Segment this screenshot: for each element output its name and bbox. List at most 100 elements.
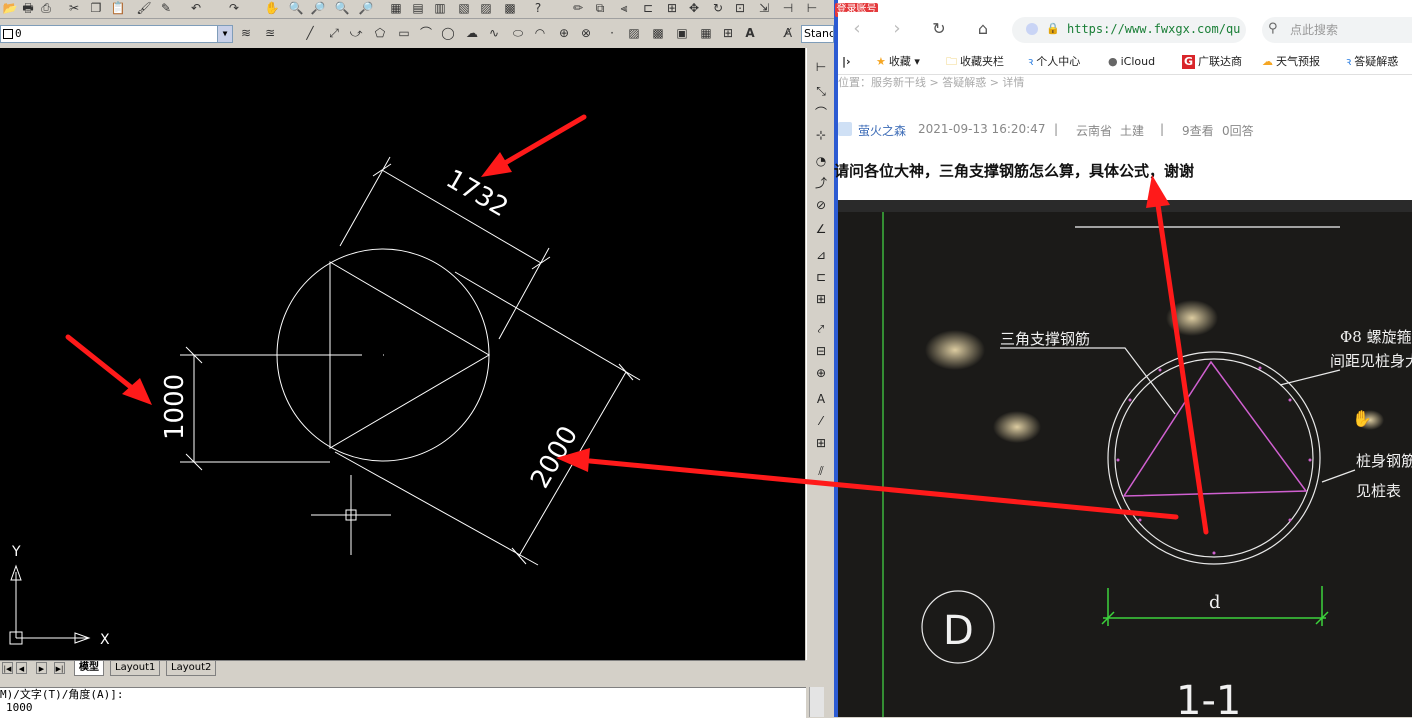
bookmark-qa[interactable]: ꝛ 答疑解惑 bbox=[1346, 55, 1398, 69]
quick-dim-icon[interactable]: ⊿ bbox=[812, 246, 830, 264]
plot-icon[interactable]: 🖶 bbox=[20, 0, 36, 16]
zoom-realtime-icon[interactable]: 🔍 bbox=[288, 0, 304, 16]
revcloud-icon[interactable]: ☁ bbox=[464, 25, 480, 41]
command-scrollbar[interactable] bbox=[809, 687, 824, 717]
blockeditor-icon[interactable]: ✎ bbox=[158, 0, 174, 16]
trim-icon[interactable]: ⊣ bbox=[780, 0, 796, 16]
rectangle-icon[interactable]: ▭ bbox=[396, 25, 412, 41]
dimension-text-1732[interactable]: 1732 bbox=[441, 164, 513, 223]
command-input[interactable]: 1000 bbox=[0, 701, 806, 714]
circle-icon[interactable]: ◯ bbox=[440, 25, 456, 41]
designcenter-icon[interactable]: ▤ bbox=[410, 0, 426, 16]
construction-line-icon[interactable]: ⤢ bbox=[326, 25, 342, 41]
command-line[interactable]: M)/文字(T)/角度(A)]: 1000 bbox=[0, 687, 806, 718]
spline-icon[interactable]: ∿ bbox=[486, 25, 502, 41]
back-icon[interactable]: ‹ bbox=[846, 18, 868, 40]
text-style-icon[interactable]: A̸ bbox=[780, 25, 796, 41]
site-info-icon[interactable] bbox=[1026, 23, 1038, 35]
mirror-icon[interactable]: ⫷ bbox=[616, 0, 632, 16]
calculator-icon[interactable]: ▩ bbox=[502, 0, 518, 16]
properties-icon[interactable]: ▦ bbox=[388, 0, 404, 16]
jogged-icon[interactable]: ⤴ bbox=[812, 174, 830, 192]
dimension-text-2000[interactable]: 2000 bbox=[525, 421, 584, 493]
chevron-down-icon[interactable]: ▼ bbox=[217, 26, 232, 42]
scale-icon[interactable]: ⊡ bbox=[732, 0, 748, 16]
arc-length-icon[interactable]: ⌒ bbox=[812, 104, 830, 122]
polyline-icon[interactable]: ⤻ bbox=[348, 25, 364, 41]
leader-icon[interactable]: ⤤ bbox=[812, 320, 830, 338]
diameter-icon[interactable]: ⊘ bbox=[812, 196, 830, 214]
toolpalettes-icon[interactable]: ▥ bbox=[432, 0, 448, 16]
center-mark-icon[interactable]: ⊕ bbox=[812, 364, 830, 382]
matchprop-icon[interactable]: 🖌 bbox=[136, 0, 152, 16]
publish-icon[interactable]: ⎙ bbox=[38, 0, 54, 16]
bookmark-favorites[interactable]: ★ 收藏 ▾ bbox=[876, 55, 920, 69]
sidebar-toggle-icon[interactable]: |› bbox=[842, 55, 851, 69]
move-icon[interactable]: ✥ bbox=[686, 0, 702, 16]
point-icon[interactable]: · bbox=[604, 25, 620, 41]
continue-icon[interactable]: ⊞ bbox=[812, 290, 830, 308]
angular-icon[interactable]: ∠ bbox=[812, 220, 830, 238]
aligned-dim-icon[interactable]: ⤡ bbox=[812, 82, 830, 100]
dim-style-icon[interactable]: ⫽ bbox=[812, 462, 830, 480]
tab-model[interactable]: 模型 bbox=[74, 661, 104, 676]
region-icon[interactable]: ▣ bbox=[674, 25, 690, 41]
undo-icon[interactable]: ↶ bbox=[188, 0, 204, 16]
forward-icon[interactable]: › bbox=[886, 18, 908, 40]
breadcrumb[interactable]: 位置：服务新干线 > 答疑解惑 > 详情 bbox=[838, 74, 1024, 90]
baseline-icon[interactable]: ⊏ bbox=[812, 268, 830, 286]
hatch-icon[interactable]: ▨ bbox=[626, 25, 642, 41]
help-icon[interactable]: ? bbox=[530, 0, 546, 16]
pan-icon[interactable]: ✋ bbox=[264, 0, 280, 16]
text-style-dropdown[interactable]: Stand bbox=[801, 25, 834, 43]
polygon-icon[interactable]: ⬠ bbox=[372, 25, 388, 41]
dimension-text-1000[interactable]: 1000 bbox=[160, 374, 190, 440]
layer-manager-icon[interactable]: ≋ bbox=[238, 25, 254, 41]
refresh-icon[interactable]: ↻ bbox=[928, 18, 950, 40]
question-photo[interactable]: 三角支撑钢筋 Φ8 螺旋箍筋 间距见桩身大样 桩身钢筋均 见桩表 d D 1-1… bbox=[838, 200, 1412, 717]
erase-icon[interactable]: ✏ bbox=[570, 0, 586, 16]
dim-update-icon[interactable]: ⊞ bbox=[812, 434, 830, 452]
tab-layout2[interactable]: Layout2 bbox=[166, 661, 217, 676]
next-tab-icon[interactable]: ▶ bbox=[36, 662, 47, 674]
home-icon[interactable]: ⌂ bbox=[972, 18, 994, 40]
bookmark-folder[interactable]: 🗀 收藏夹栏 bbox=[946, 55, 1004, 69]
dim-edit-icon[interactable]: A bbox=[812, 390, 830, 408]
table-grid-icon[interactable]: ⊞ bbox=[720, 25, 736, 41]
bookmark-glodon[interactable]: G 广联达商 bbox=[1182, 55, 1242, 69]
tab-layout1[interactable]: Layout1 bbox=[110, 661, 161, 676]
url-text[interactable]: https://www.fwxgx.com/qu bbox=[1067, 22, 1240, 36]
stretch-icon[interactable]: ⇲ bbox=[756, 0, 772, 16]
array-icon[interactable]: ⊞ bbox=[664, 0, 680, 16]
zoom-previous-icon[interactable]: 🔍 bbox=[334, 0, 350, 16]
arc-icon[interactable]: ⌒ bbox=[418, 25, 434, 41]
tolerance-icon[interactable]: ⊟ bbox=[812, 342, 830, 360]
gradient-icon[interactable]: ▩ bbox=[650, 25, 666, 41]
zoom-extents-icon[interactable]: 🔎 bbox=[358, 0, 374, 16]
ordinate-icon[interactable]: ⊹ bbox=[812, 126, 830, 144]
bookmark-weather[interactable]: ☁ 天气预报 bbox=[1262, 55, 1320, 69]
linear-dim-icon[interactable]: ⊢ bbox=[812, 58, 830, 76]
line-icon[interactable]: ╱ bbox=[302, 25, 318, 41]
table-icon[interactable]: ▦ bbox=[698, 25, 714, 41]
open-icon[interactable]: 📂 bbox=[2, 0, 18, 16]
zoom-window-icon[interactable]: 🔎 bbox=[310, 0, 326, 16]
prev-tab-icon[interactable]: ◀ bbox=[16, 662, 27, 674]
mtext-icon[interactable]: A bbox=[742, 25, 758, 41]
dimtext-edit-icon[interactable]: ⁄ bbox=[812, 412, 830, 430]
layer-previous-icon[interactable]: ≊ bbox=[262, 25, 278, 41]
rotate-icon[interactable]: ↻ bbox=[710, 0, 726, 16]
first-tab-icon[interactable]: |◀ bbox=[2, 662, 13, 674]
author-name[interactable]: 萤火之森 bbox=[858, 122, 906, 139]
insert-block-icon[interactable]: ⊕ bbox=[556, 25, 572, 41]
drawing-canvas[interactable]: 1732 1000 2000 Y X bbox=[0, 48, 805, 660]
copy-icon[interactable]: ❐ bbox=[88, 0, 104, 16]
offset-icon[interactable]: ⊏ bbox=[640, 0, 656, 16]
make-block-icon[interactable]: ⊗ bbox=[578, 25, 594, 41]
redo-icon[interactable]: ↷ bbox=[226, 0, 242, 16]
last-tab-icon[interactable]: ▶| bbox=[54, 662, 65, 674]
copy-object-icon[interactable]: ⧉ bbox=[592, 0, 608, 16]
extend-icon[interactable]: ⊢ bbox=[804, 0, 820, 16]
radius-icon[interactable]: ◔ bbox=[812, 152, 830, 170]
ellipse-icon[interactable]: ⬭ bbox=[510, 25, 526, 41]
